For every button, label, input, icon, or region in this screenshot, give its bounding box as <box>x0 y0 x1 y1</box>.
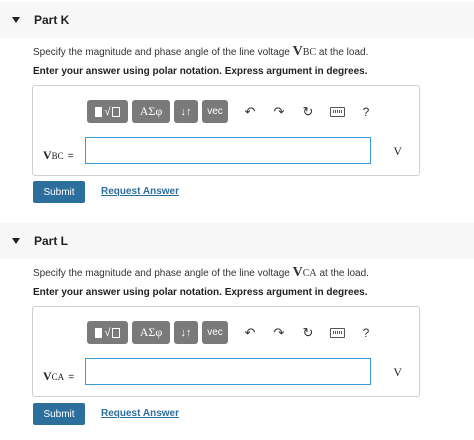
field-label-subscript: BC <box>51 151 64 161</box>
prompt-suffix: at the load. <box>316 47 369 58</box>
redo-icon[interactable]: ↷ <box>268 321 290 344</box>
templates-button[interactable]: √ <box>87 321 128 344</box>
redo-icon[interactable]: ↷ <box>268 100 290 123</box>
template-box-icon <box>111 106 120 117</box>
field-label-subscript: CA <box>51 372 65 382</box>
field-label: VCA = <box>43 369 74 384</box>
vector-button[interactable]: vec <box>202 100 228 123</box>
unit-label: V <box>393 365 402 379</box>
reset-icon[interactable]: ↻ <box>297 100 319 123</box>
request-answer-link[interactable]: Request Answer <box>101 408 179 419</box>
template-square-icon <box>95 327 103 338</box>
variable-symbol: V <box>292 44 303 59</box>
help-icon[interactable]: ? <box>355 321 377 344</box>
sqrt-icon: √ <box>104 105 111 118</box>
keyboard-glyph <box>329 327 345 338</box>
question-prompt: Specify the magnitude and phase angle of… <box>33 44 368 60</box>
field-label-symbol: V <box>43 148 52 162</box>
prompt-suffix: at the load. <box>316 268 369 279</box>
question-prompt: Specify the magnitude and phase angle of… <box>33 265 369 281</box>
arrows-button[interactable]: ↓↑ <box>174 100 198 123</box>
part-l-header[interactable]: Part L <box>0 223 474 259</box>
undo-icon[interactable]: ↶ <box>239 321 261 344</box>
field-label-symbol: V <box>43 369 52 383</box>
help-icon[interactable]: ? <box>355 100 377 123</box>
submit-button[interactable]: Submit <box>33 403 85 425</box>
keyboard-icon[interactable] <box>326 321 348 344</box>
keyboard-glyph <box>329 106 345 117</box>
answer-box: √ ΑΣφ ↓↑ vec ↶ ↷ ↻ ? VBC = V <box>32 85 420 176</box>
sqrt-icon: √ <box>104 326 111 339</box>
submit-button[interactable]: Submit <box>33 181 85 203</box>
greek-symbols-button[interactable]: ΑΣφ <box>132 321 170 344</box>
variable-subscript: BC <box>302 47 317 58</box>
instruction-text: Enter your answer using polar notation. … <box>33 287 368 298</box>
arrows-button[interactable]: ↓↑ <box>174 321 198 344</box>
instruction-text: Enter your answer using polar notation. … <box>33 66 368 77</box>
prompt-text: Specify the magnitude and phase angle of… <box>33 268 293 279</box>
field-label-equals: = <box>67 151 74 162</box>
template-box-icon <box>111 327 120 338</box>
part-k-header[interactable]: Part K <box>0 2 474 38</box>
answer-input[interactable] <box>85 358 371 385</box>
collapse-caret-icon[interactable] <box>12 238 20 244</box>
greek-symbols-button[interactable]: ΑΣφ <box>132 100 170 123</box>
templates-button[interactable]: √ <box>87 100 128 123</box>
template-square-icon <box>95 106 103 117</box>
prompt-text: Specify the magnitude and phase angle of… <box>33 47 293 58</box>
variable-subscript: CA <box>302 268 317 279</box>
reset-icon[interactable]: ↻ <box>297 321 319 344</box>
collapse-caret-icon[interactable] <box>12 17 20 23</box>
keyboard-icon[interactable] <box>326 100 348 123</box>
variable-symbol: V <box>292 265 303 280</box>
math-toolbar: √ ΑΣφ ↓↑ vec ↶ ↷ ↻ ? <box>87 100 377 123</box>
request-answer-link[interactable]: Request Answer <box>101 186 179 197</box>
math-toolbar: √ ΑΣφ ↓↑ vec ↶ ↷ ↻ ? <box>87 321 377 344</box>
vector-button[interactable]: vec <box>202 321 228 344</box>
answer-box: √ ΑΣφ ↓↑ vec ↶ ↷ ↻ ? VCA = V <box>32 306 420 397</box>
part-title: Part K <box>34 13 70 27</box>
field-label-equals: = <box>68 372 75 383</box>
answer-input[interactable] <box>85 137 371 164</box>
undo-icon[interactable]: ↶ <box>239 100 261 123</box>
field-label: VBC = <box>43 148 74 163</box>
unit-label: V <box>393 144 402 158</box>
part-title: Part L <box>34 234 69 248</box>
